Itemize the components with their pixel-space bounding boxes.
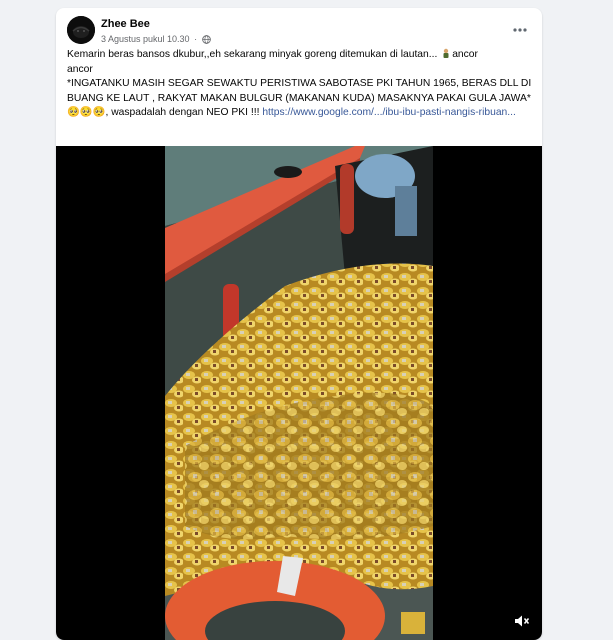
post-link[interactable]: https://www.google.com/.../ibu-ibu-pasti… xyxy=(262,107,516,118)
mute-button[interactable] xyxy=(512,614,532,632)
more-horizontal-icon xyxy=(513,19,527,37)
author-name[interactable]: Zhee Bee xyxy=(101,18,150,30)
post-text-line2: ancor xyxy=(67,63,93,75)
meta-separator: · xyxy=(194,34,198,44)
text-segment: ancor xyxy=(452,49,478,60)
post-timestamp[interactable]: 3 Agustus pukul 10.30 xyxy=(101,34,190,44)
video-frame[interactable] xyxy=(165,146,433,640)
post-text-line1: Kemarin beras bansos dkubur,,eh sekarang… xyxy=(67,48,533,63)
post-meta: 3 Agustus pukul 10.30 · xyxy=(101,34,211,46)
avatar[interactable] xyxy=(67,16,95,44)
video-scene xyxy=(165,146,433,640)
post-card: Zhee Bee 3 Agustus pukul 10.30 · Kemarin… xyxy=(56,8,542,640)
video-player[interactable] xyxy=(56,146,542,640)
text-segment: , waspadalah dengan NEO PKI !!! xyxy=(105,107,263,118)
more-options-button[interactable] xyxy=(510,18,530,38)
post-text-body: *INGATANKU MASIH SEGAR SEWAKTU PERISTIWA… xyxy=(67,77,533,121)
herb-emoji-icon xyxy=(441,48,451,58)
post-text: Kemarin beras bansos dkubur,,eh sekarang… xyxy=(67,48,533,121)
volume-muted-icon xyxy=(514,614,530,633)
text-segment: Kemarin beras bansos dkubur,,eh sekarang… xyxy=(67,49,441,60)
globe-icon[interactable] xyxy=(201,35,211,46)
pleading-face-emoji: 🥺🥺🥺 xyxy=(67,107,106,118)
text-segment: *INGATANKU MASIH SEGAR SEWAKTU PERISTIWA… xyxy=(67,78,532,104)
post-header: Zhee Bee 3 Agustus pukul 10.30 · xyxy=(56,8,542,52)
